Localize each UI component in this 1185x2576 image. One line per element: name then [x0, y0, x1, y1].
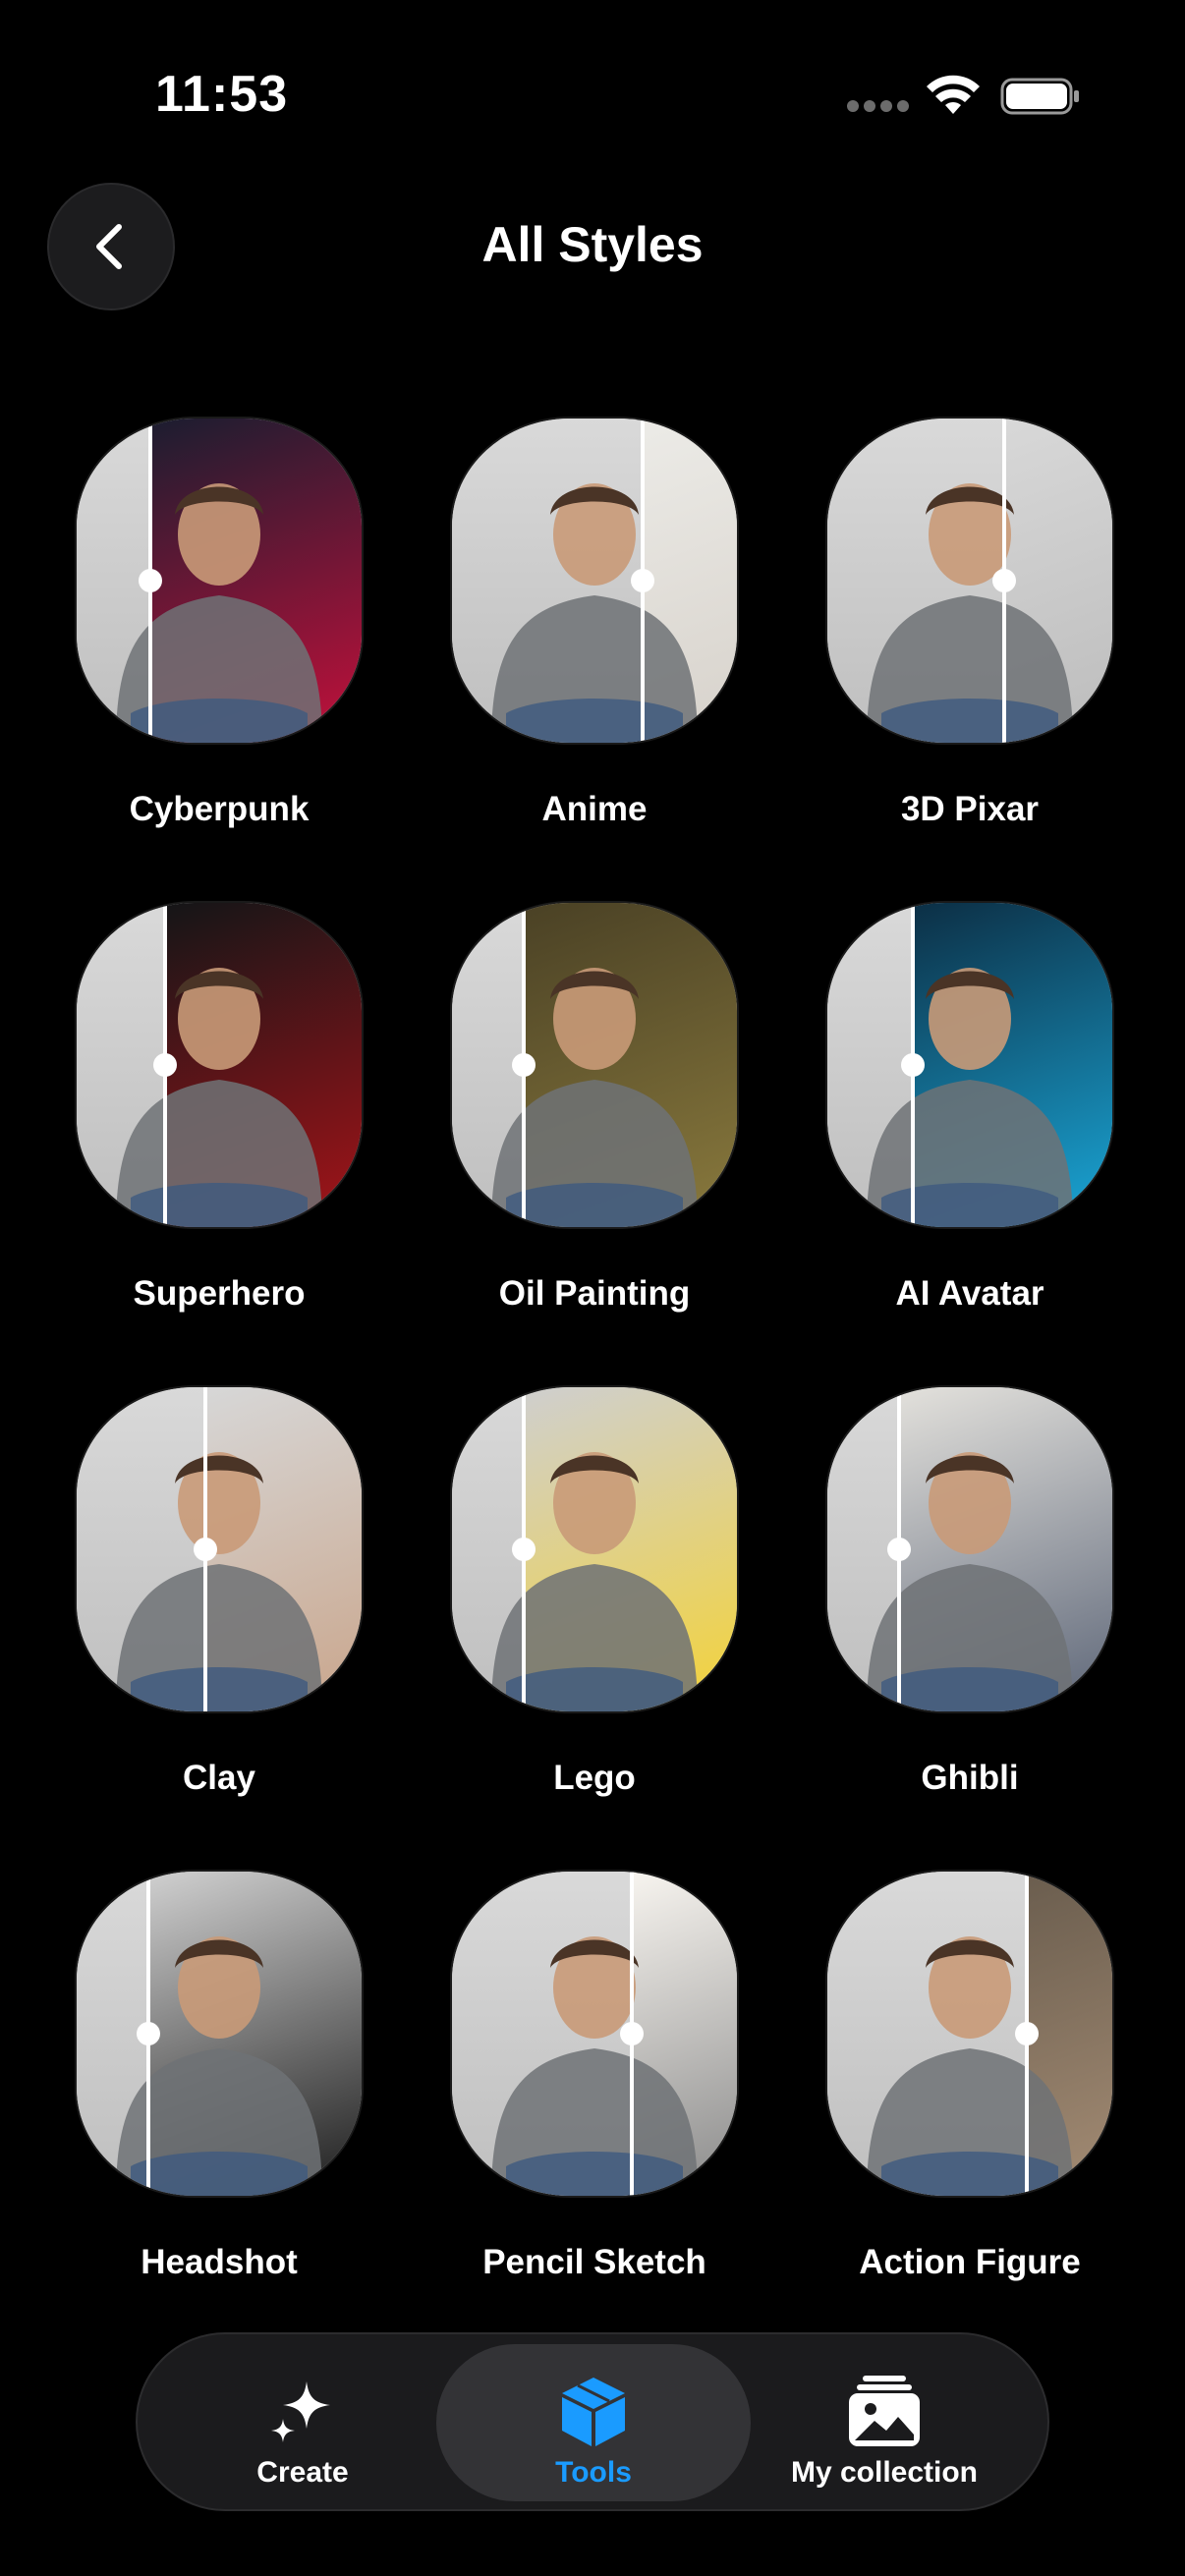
style-card[interactable]: AI Avatar: [827, 897, 1112, 1313]
style-card[interactable]: 3D Pixar: [827, 413, 1112, 828]
compare-handle[interactable]: [1015, 2022, 1039, 2045]
style-label: Oil Painting: [498, 1274, 691, 1313]
compare-handle[interactable]: [194, 1538, 217, 1561]
style-card[interactable]: Oil Painting: [452, 897, 737, 1313]
status-time: 11:53: [155, 66, 289, 123]
style-preview-image: [827, 903, 1112, 1227]
style-label: Headshot: [141, 2243, 298, 2281]
style-card[interactable]: Anime: [452, 413, 737, 828]
style-card[interactable]: Action Figure: [827, 1866, 1112, 2281]
compare-handle[interactable]: [512, 1053, 536, 1077]
style-card[interactable]: Ghibli: [827, 1381, 1112, 1797]
wifi-icon: [927, 75, 980, 114]
person-silhouette: [491, 1936, 698, 2196]
person-silhouette: [491, 968, 698, 1227]
style-preview-image: [452, 1872, 737, 2196]
style-preview-image: [827, 1387, 1112, 1711]
style-card[interactable]: Pencil Sketch: [452, 1866, 737, 2281]
sparkle-icon: [271, 2381, 330, 2442]
compare-handle[interactable]: [631, 569, 654, 592]
person-silhouette: [491, 483, 698, 743]
cellular-signal-icon: [847, 100, 910, 114]
style-preview-image: [77, 419, 362, 743]
compare-handle[interactable]: [887, 1538, 911, 1561]
style-preview-image: [452, 1387, 737, 1711]
compare-handle[interactable]: [139, 569, 162, 592]
style-label: Superhero: [133, 1274, 306, 1313]
compare-handle[interactable]: [512, 1538, 536, 1561]
style-label: Ghibli: [921, 1759, 1019, 1797]
person-silhouette: [867, 483, 1073, 743]
person-silhouette: [867, 1936, 1073, 2196]
style-card[interactable]: Clay: [77, 1381, 362, 1797]
person-silhouette: [867, 968, 1073, 1227]
tab-my-collection-label: My collection: [790, 2456, 979, 2489]
person-silhouette: [116, 483, 322, 743]
style-label: Anime: [541, 790, 648, 828]
photo-stack-icon: [849, 2376, 920, 2446]
style-preview-image: [827, 1872, 1112, 2196]
style-label: Clay: [183, 1759, 255, 1797]
person-silhouette: [867, 1452, 1073, 1711]
style-card[interactable]: Lego: [452, 1381, 737, 1797]
compare-handle[interactable]: [137, 2022, 160, 2045]
style-label: Lego: [553, 1759, 636, 1797]
compare-handle[interactable]: [901, 1053, 925, 1077]
style-preview-image: [77, 903, 362, 1227]
person-silhouette: [491, 1452, 698, 1711]
battery-icon: [1000, 78, 1079, 115]
person-silhouette: [116, 968, 322, 1227]
status-indicators: [847, 71, 1083, 126]
tab-tools[interactable]: Tools: [436, 2344, 751, 2501]
tab-bar: Create Tools My collection: [136, 2332, 1049, 2511]
style-label: Action Figure: [859, 2243, 1081, 2281]
style-label: 3D Pixar: [900, 790, 1040, 828]
style-preview-image: [827, 419, 1112, 743]
style-preview-image: [452, 419, 737, 743]
person-silhouette: [116, 1452, 322, 1711]
tab-my-collection[interactable]: My collection: [727, 2344, 1042, 2501]
style-preview-image: [452, 903, 737, 1227]
tab-create-label: Create: [256, 2456, 349, 2489]
style-label: Pencil Sketch: [482, 2243, 706, 2281]
compare-handle[interactable]: [153, 1053, 177, 1077]
tab-create[interactable]: Create: [145, 2344, 460, 2501]
page-title: All Styles: [481, 217, 704, 272]
style-preview-image: [77, 1387, 362, 1711]
style-card[interactable]: Superhero: [77, 897, 362, 1313]
style-card[interactable]: Headshot: [77, 1866, 362, 2281]
style-label: AI Avatar: [895, 1274, 1044, 1313]
person-silhouette: [116, 1936, 322, 2196]
compare-handle[interactable]: [620, 2022, 644, 2045]
tab-tools-label: Tools: [555, 2456, 632, 2489]
style-label: Cyberpunk: [129, 790, 310, 828]
compare-handle[interactable]: [992, 569, 1016, 592]
style-preview-image: [77, 1872, 362, 2196]
cube-icon: [562, 2378, 625, 2446]
style-card[interactable]: Cyberpunk: [77, 413, 362, 828]
